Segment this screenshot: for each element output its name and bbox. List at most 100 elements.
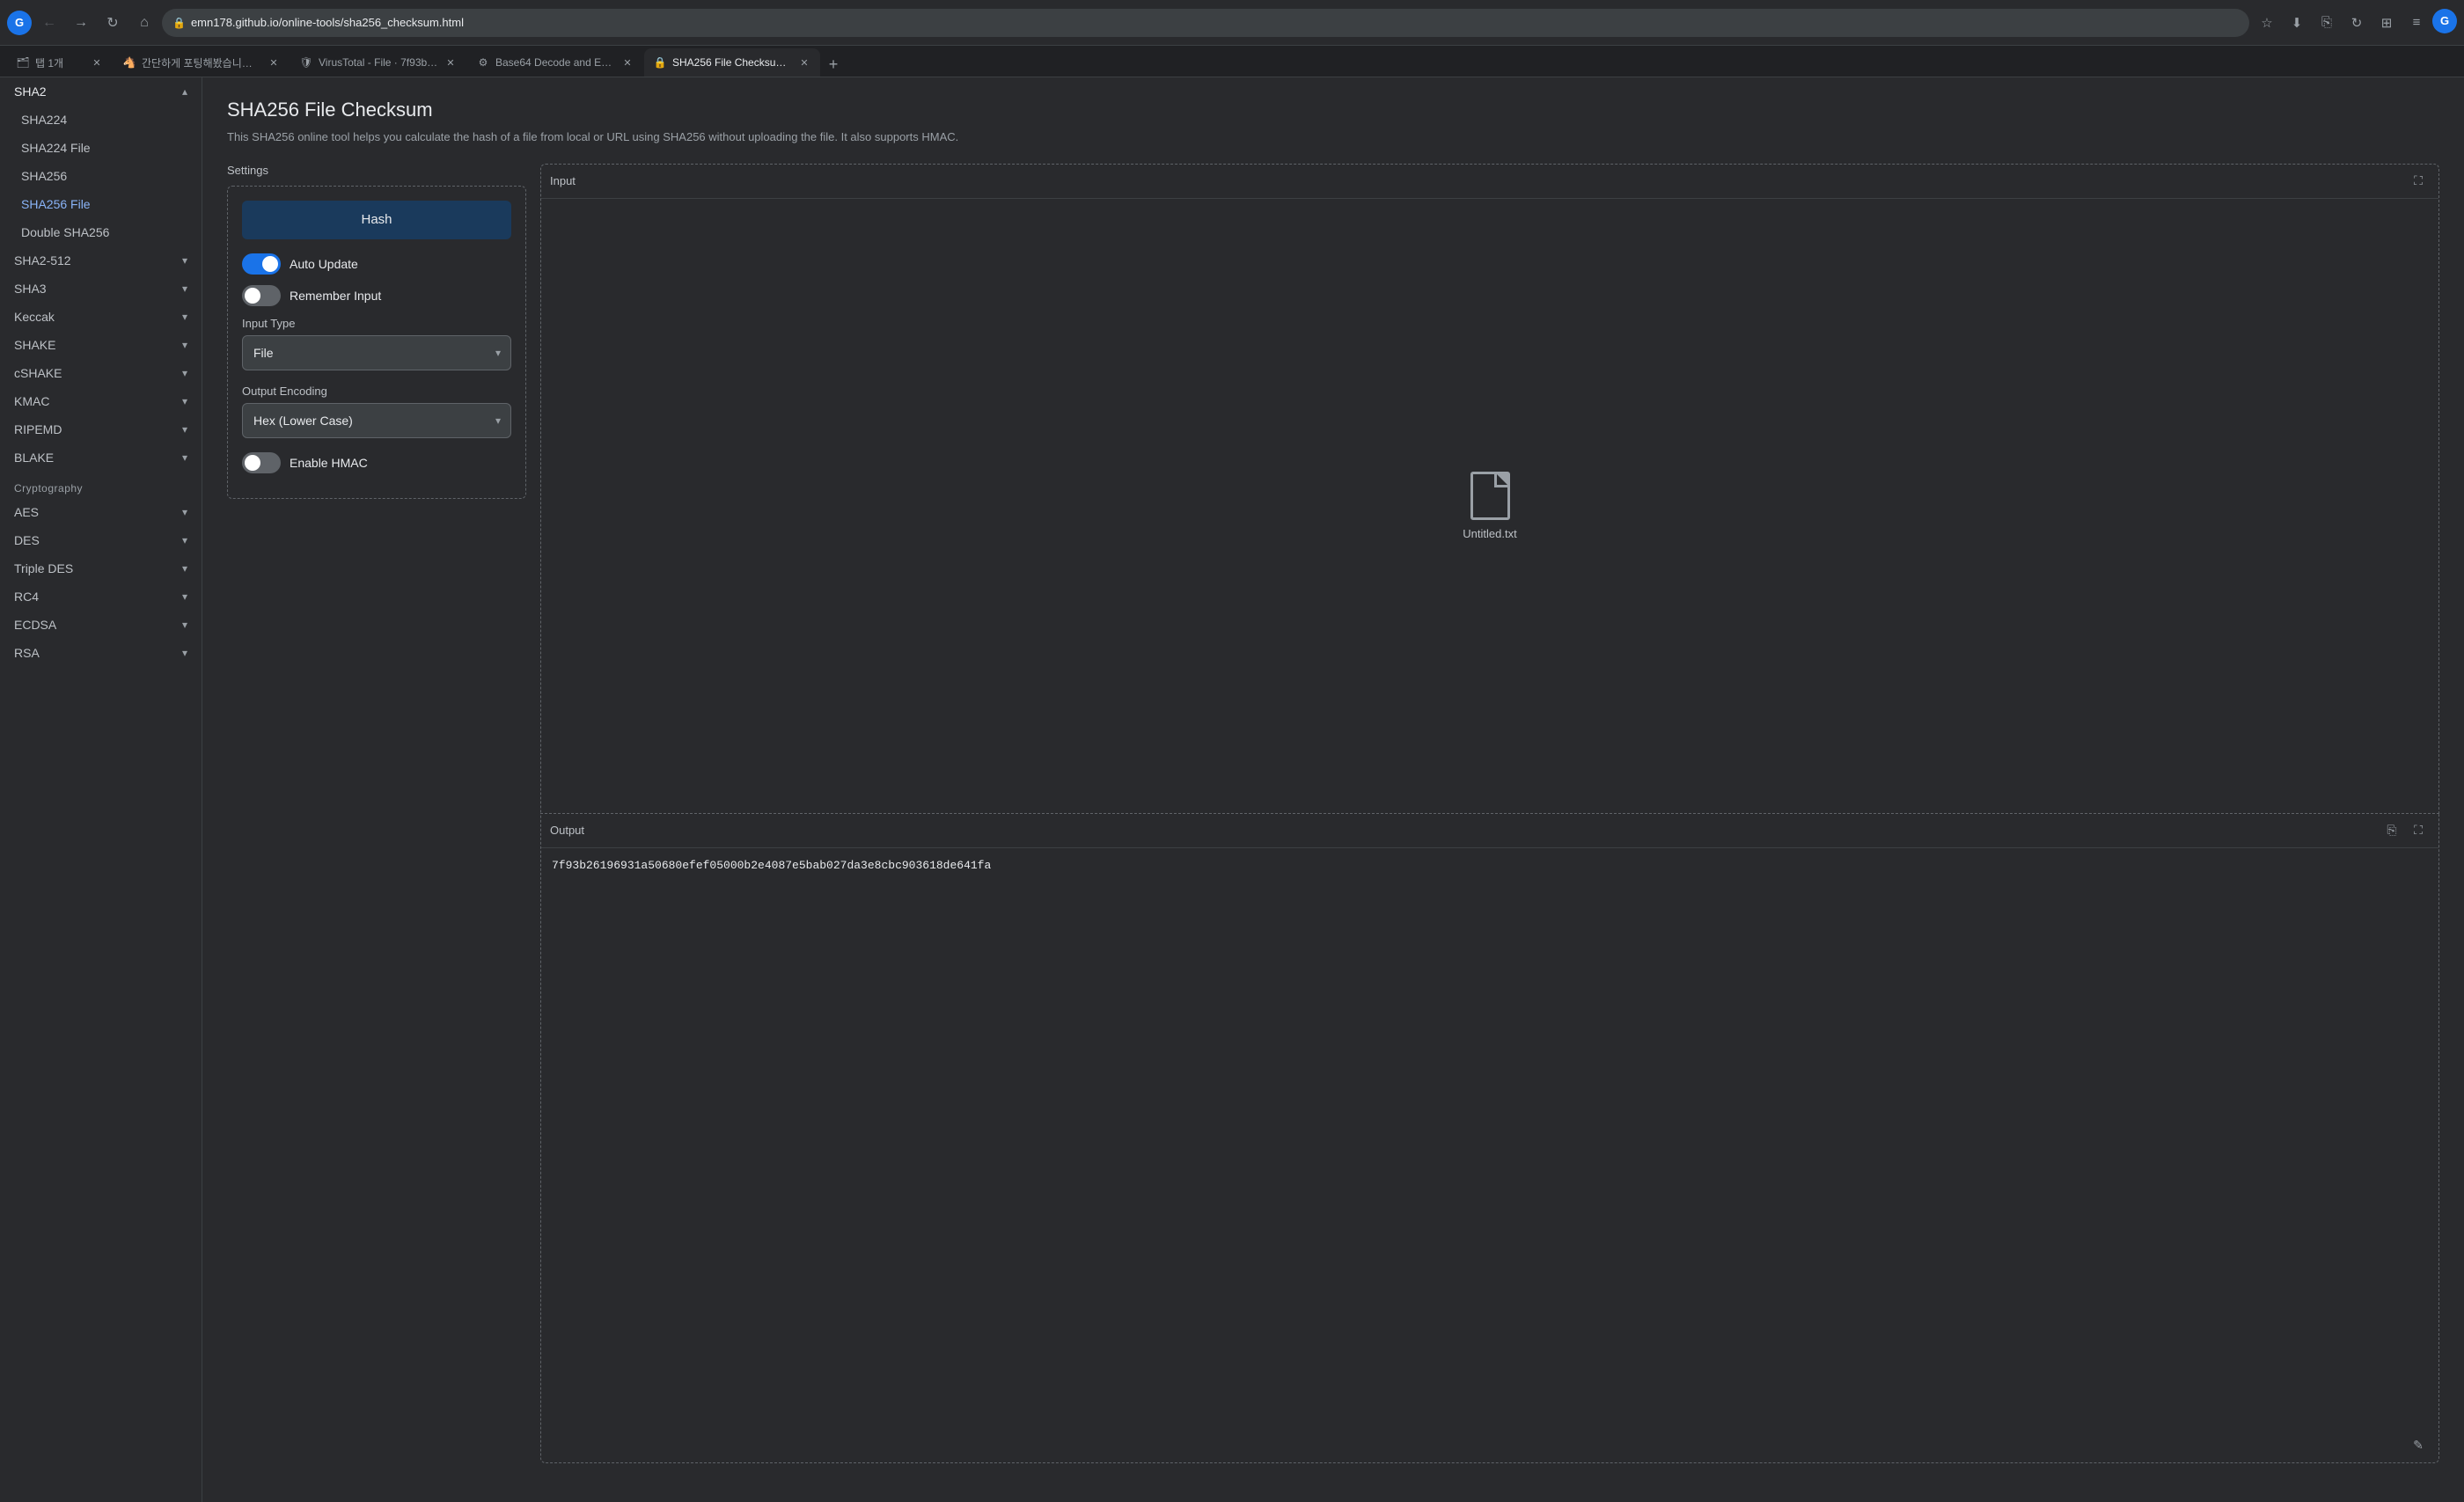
sidebar-item-sha2[interactable]: SHA2 ▴ [0, 77, 202, 106]
main-layout: SHA2 ▴ SHA224 SHA224 File SHA256 SHA256 … [0, 77, 2464, 1502]
settings-panel: Settings Hash Auto Update [227, 164, 526, 1463]
input-type-select-wrapper: File Text URL ▾ [242, 335, 511, 370]
sidebar-item-rc4[interactable]: RC4 ▾ [0, 582, 202, 611]
sidebar-item-triple-des[interactable]: Triple DES ▾ [0, 554, 202, 582]
sidebar-item-kmac[interactable]: KMAC ▾ [0, 387, 202, 415]
aes-chevron-icon: ▾ [182, 506, 187, 518]
sidebar-item-sha256[interactable]: SHA256 [0, 162, 202, 190]
tab-3-close[interactable]: ✕ [444, 55, 458, 70]
enable-hmac-slider [242, 452, 281, 473]
rsa-chevron-icon: ▾ [182, 647, 187, 659]
back-button[interactable]: ← [35, 9, 63, 37]
settings-label: Settings [227, 164, 526, 177]
sidebar-item-aes[interactable]: AES ▾ [0, 498, 202, 526]
toolbar-icons: ☆ ⬇ ⎘ ↻ ⊞ ≡ G [2253, 9, 2457, 37]
address-bar[interactable]: 🔒 emn178.github.io/online-tools/sha256_c… [162, 9, 2249, 37]
tab-3-favicon: 🛡 [299, 55, 313, 70]
enable-hmac-label: Enable HMAC [290, 456, 368, 470]
auto-update-label: Auto Update [290, 257, 358, 271]
tab-2-label: 간단하게 포팅해봤습니다. - 한마포 [142, 55, 261, 70]
output-value: 7f93b26196931a50680efef05000b2e4087e5bab… [541, 848, 2438, 1429]
sidebar-item-sha256file[interactable]: SHA256 File [0, 190, 202, 218]
auto-update-slider [242, 253, 281, 275]
sidebar-item-ripemd[interactable]: RIPEMD ▾ [0, 415, 202, 443]
sidebar-item-sha3[interactable]: SHA3 ▾ [0, 275, 202, 303]
output-encoding-select-wrapper: Hex (Lower Case) Hex (Upper Case) Base64… [242, 403, 511, 438]
sidebar-item-sha2512[interactable]: SHA2-512 ▾ [0, 246, 202, 275]
file-display: Untitled.txt [541, 199, 2438, 813]
input-expand-button[interactable]: ⛶ [2407, 170, 2430, 193]
auto-update-row: Auto Update [242, 253, 511, 275]
remember-input-label: Remember Input [290, 289, 381, 303]
main-content: Settings Hash Auto Update [227, 164, 2439, 1463]
menu-button[interactable]: ≡ [2402, 9, 2431, 37]
browser-chrome: G ← → ↻ ⌂ 🔒 emn178.github.io/online-tool… [0, 0, 2464, 46]
tab-5-close[interactable]: ✕ [797, 55, 811, 70]
auto-update-toggle[interactable] [242, 253, 281, 275]
remember-input-row: Remember Input [242, 285, 511, 306]
profile-icon[interactable]: G [2432, 9, 2457, 33]
shake-chevron-icon: ▾ [182, 339, 187, 351]
enable-hmac-row: Enable HMAC [242, 452, 511, 473]
tab-2-close[interactable]: ✕ [267, 55, 281, 70]
output-section: Output ⎘ ⛶ 7f93b26196931a50680efef05000b… [540, 813, 2439, 1463]
sidebar: SHA2 ▴ SHA224 SHA224 File SHA256 SHA256 … [0, 77, 202, 1502]
sidebar-item-rsa[interactable]: RSA ▾ [0, 639, 202, 667]
enable-hmac-toggle[interactable] [242, 452, 281, 473]
rc4-chevron-icon: ▾ [182, 590, 187, 603]
sidebar-item-des[interactable]: DES ▾ [0, 526, 202, 554]
output-encoding-select[interactable]: Hex (Lower Case) Hex (Upper Case) Base64… [242, 403, 511, 438]
refresh-button[interactable]: ↻ [99, 9, 127, 37]
input-section: Input ⛶ Untitled.txt [540, 164, 2439, 813]
share-button[interactable]: ⎘ [2313, 9, 2341, 37]
home-button[interactable]: ⌂ [130, 9, 158, 37]
kmac-chevron-icon: ▾ [182, 395, 187, 407]
tab-4[interactable]: ⚙ Base64 Decode and Encode - On... ✕ [467, 48, 643, 77]
sha2-chevron-icon: ▴ [182, 85, 187, 98]
file-shape-icon [1470, 472, 1510, 520]
output-header: Output ⎘ ⛶ [541, 814, 2438, 848]
ripemd-chevron-icon: ▾ [182, 423, 187, 436]
tab-5-label: SHA256 File Checksum - Online T... [672, 56, 792, 69]
download-button[interactable]: ⬇ [2283, 9, 2311, 37]
tab-2[interactable]: 🐴 간단하게 포팅해봤습니다. - 한마포 ✕ [114, 48, 290, 77]
tab-1[interactable]: 🗂 탭 1개 ✕ [7, 48, 113, 77]
bookmark-button[interactable]: ☆ [2253, 9, 2281, 37]
page-description: This SHA256 online tool helps you calcul… [227, 128, 2439, 146]
tab-1-favicon: 🗂 [16, 55, 30, 70]
ecdsa-chevron-icon: ▾ [182, 619, 187, 631]
output-header-icons: ⎘ ⛶ [2380, 819, 2430, 842]
page-title: SHA256 File Checksum [227, 99, 2439, 121]
extensions-button[interactable]: ⊞ [2372, 9, 2401, 37]
settings-container: Hash Auto Update Remember Input [227, 186, 526, 499]
profile-button[interactable]: G [7, 11, 32, 35]
output-expand-button[interactable]: ⛶ [2407, 819, 2430, 842]
sidebar-item-cshake[interactable]: cSHAKE ▾ [0, 359, 202, 387]
sidebar-item-keccak[interactable]: Keccak ▾ [0, 303, 202, 331]
output-copy-button[interactable]: ⎘ [2380, 819, 2403, 842]
sidebar-item-sha224file[interactable]: SHA224 File [0, 134, 202, 162]
tab-1-close[interactable]: ✕ [90, 55, 104, 70]
remember-input-toggle[interactable] [242, 285, 281, 306]
output-label: Output [550, 824, 584, 837]
tab-bar: 🗂 탭 1개 ✕ 🐴 간단하게 포팅해봤습니다. - 한마포 ✕ 🛡 Virus… [0, 46, 2464, 77]
input-type-label: Input Type [242, 317, 511, 330]
input-type-group: Input Type File Text URL ▾ [242, 317, 511, 370]
tab-1-label: 탭 1개 [35, 55, 84, 70]
tab-5-favicon: 🔒 [653, 55, 667, 70]
tab-3[interactable]: 🛡 VirusTotal - File · 7f93b2619693t... ✕ [290, 48, 466, 77]
hash-button[interactable]: Hash [242, 201, 511, 239]
sidebar-item-sha224[interactable]: SHA224 [0, 106, 202, 134]
refresh-toolbar-button[interactable]: ↻ [2343, 9, 2371, 37]
input-type-select[interactable]: File Text URL [242, 335, 511, 370]
new-tab-button[interactable]: + [821, 52, 846, 77]
forward-button[interactable]: → [67, 9, 95, 37]
sidebar-item-doublesha256[interactable]: Double SHA256 [0, 218, 202, 246]
sidebar-item-shake[interactable]: SHAKE ▾ [0, 331, 202, 359]
sidebar-item-ecdsa[interactable]: ECDSA ▾ [0, 611, 202, 639]
output-encoding-group: Output Encoding Hex (Lower Case) Hex (Up… [242, 385, 511, 438]
tab-4-close[interactable]: ✕ [620, 55, 634, 70]
sidebar-item-blake[interactable]: BLAKE ▾ [0, 443, 202, 472]
tab-5[interactable]: 🔒 SHA256 File Checksum - Online T... ✕ [644, 48, 820, 77]
output-edit-button[interactable]: ✎ [2407, 1434, 2430, 1457]
